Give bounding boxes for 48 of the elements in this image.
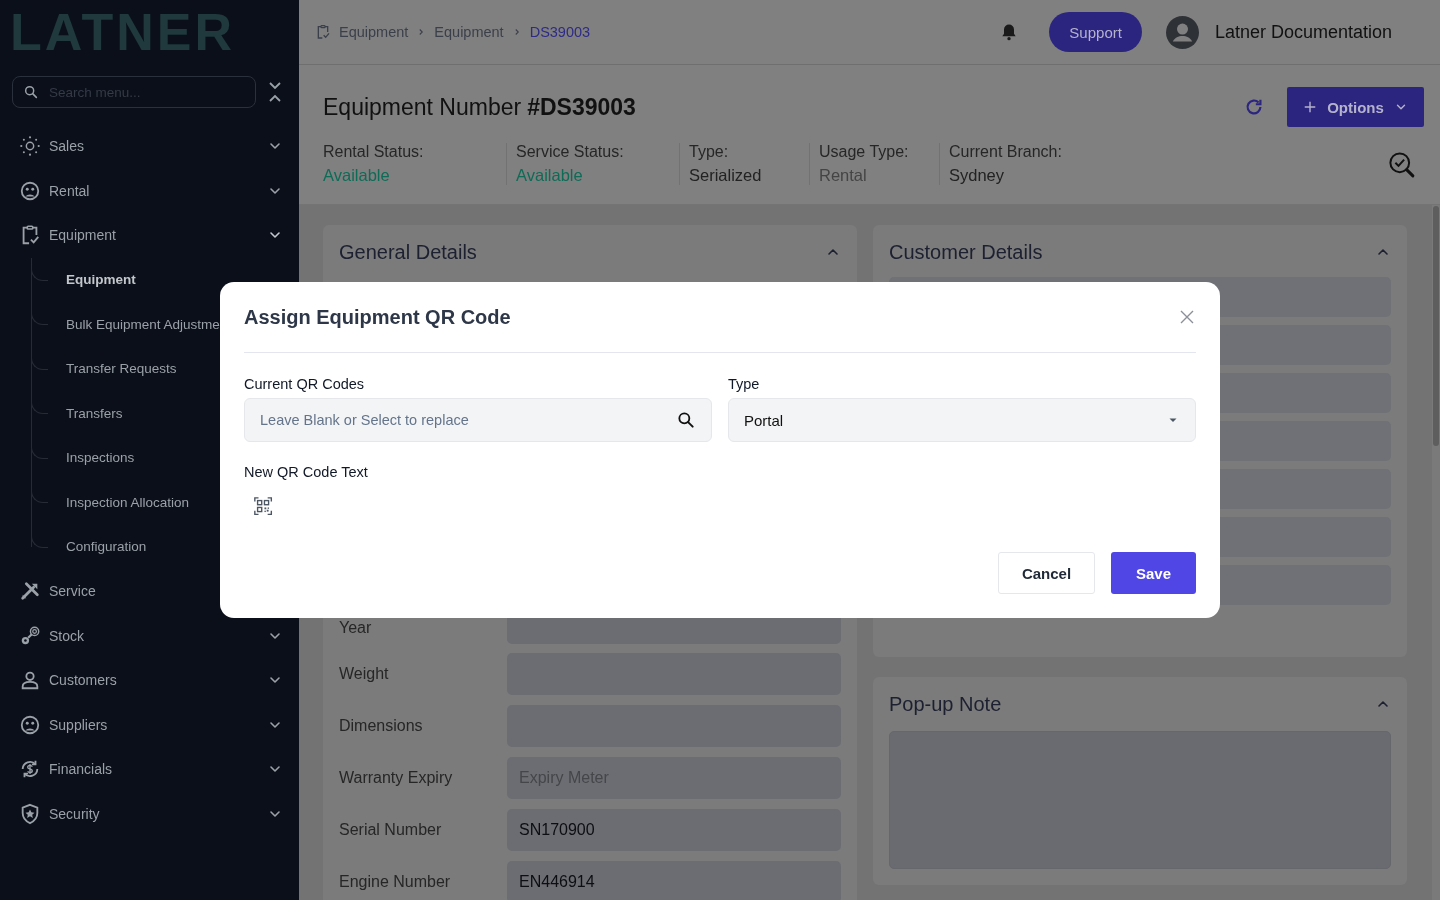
cancel-button[interactable]: Cancel <box>998 552 1095 594</box>
sidebar-item[interactable]: Customers <box>0 658 299 703</box>
status-value: Serialized <box>689 166 763 185</box>
status-value: Available <box>516 166 584 185</box>
user-name[interactable]: Latner Documentation <box>1214 21 1392 43</box>
input-field[interactable]: EN446914 <box>507 861 841 900</box>
sidebar-item[interactable]: Rental <box>0 168 299 213</box>
dialog-title: Assign Equipment QR Code <box>244 305 511 329</box>
sidebar-item[interactable]: Stock <box>0 613 299 658</box>
field-label: Engine Number <box>339 873 452 891</box>
sidebar-item[interactable]: Equipment <box>0 213 299 258</box>
submenu-item[interactable]: Inspections <box>66 435 135 480</box>
field-label: Serial Number <box>339 821 443 839</box>
status-label: Type: <box>689 143 730 161</box>
submenu-item[interactable]: Transfer Requests <box>66 346 177 391</box>
card-title: Pop-up Note <box>889 692 1002 716</box>
submenu-item[interactable]: Inspection Allocation <box>66 480 190 525</box>
submenu-item[interactable]: Bulk Equipment Adjustme <box>66 302 220 347</box>
submenu-item[interactable]: Configuration <box>66 524 147 569</box>
status-label: Rental Status: <box>323 143 425 161</box>
sidebar-item[interactable]: Service <box>0 569 299 614</box>
field-label: Type <box>728 376 761 392</box>
field-label: Dimensions <box>339 717 424 735</box>
field-label: Year <box>339 620 373 636</box>
field-label: New QR Code Text <box>244 464 369 480</box>
save-button[interactable]: Save <box>1111 552 1196 594</box>
submenu-item[interactable]: Equipment <box>66 257 136 302</box>
support-button[interactable]: Support <box>1049 12 1142 52</box>
status-value: Rental <box>819 166 868 185</box>
card-title: Customer Details <box>889 240 1043 264</box>
sidebar-item[interactable]: Financials <box>0 747 299 792</box>
status-label: Service Status: <box>516 143 625 161</box>
status-value: Sydney <box>949 166 1006 185</box>
status-label: Current Branch: <box>949 143 1063 161</box>
status-label: Usage Type: <box>819 143 910 161</box>
select-field[interactable]: Portal <box>728 398 1196 442</box>
sidebar-item[interactable]: Security <box>0 791 299 836</box>
card-title: General Details <box>339 240 477 264</box>
field-label: Current QR Codes <box>244 376 366 392</box>
field-label: Warranty Expiry <box>339 769 454 787</box>
page-title: Equipment Number #DS39003 <box>323 93 637 121</box>
input-field[interactable]: SN170900 <box>507 809 841 851</box>
field-label: Weight <box>339 665 390 683</box>
sidebar-item[interactable]: Suppliers <box>0 702 299 747</box>
options-button[interactable]: Options <box>1287 87 1424 127</box>
sidebar-item[interactable]: Sales <box>0 124 299 169</box>
submenu-item[interactable]: Transfers <box>66 391 123 436</box>
status-value: Available <box>323 166 391 185</box>
